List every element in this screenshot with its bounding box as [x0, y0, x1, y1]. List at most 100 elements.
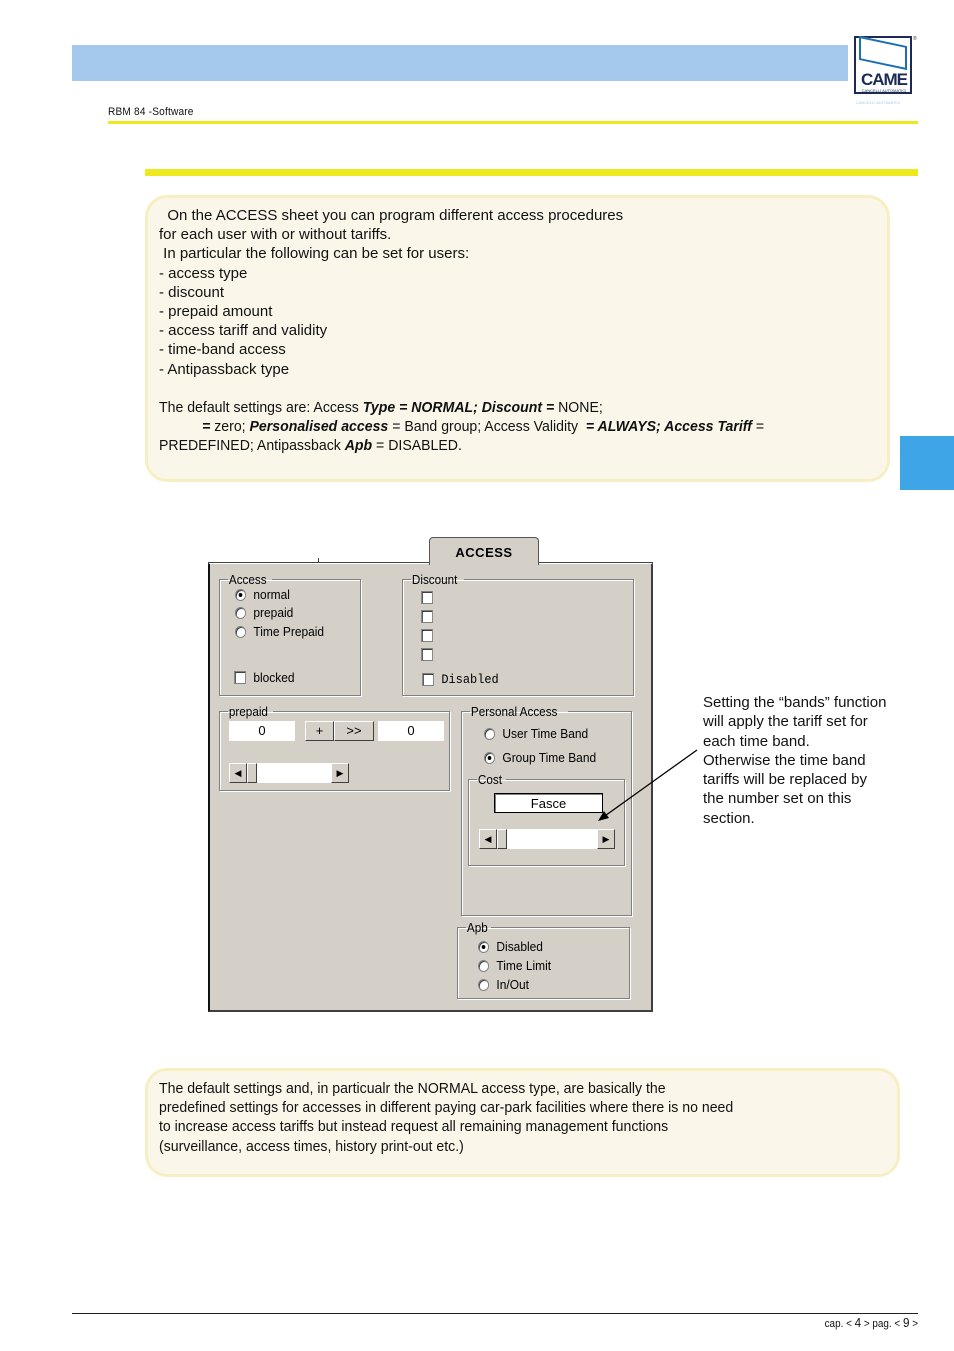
defaults-text: = DISABLED. — [372, 437, 462, 455]
defaults-text: NONE; — [558, 398, 603, 416]
defaults-text: The default settings are: Access — [159, 398, 363, 416]
discount-disabled-checkbox[interactable]: Disabled — [422, 672, 499, 687]
blocked-checkbox[interactable]: blocked — [234, 670, 295, 685]
intro-list-item: - access type — [159, 264, 248, 282]
intro-line: In particular the following can be set f… — [159, 245, 470, 263]
radio-label: Time Limit — [496, 958, 552, 973]
callout-arrow-head — [598, 811, 609, 821]
checkbox-label: Disabled — [441, 672, 499, 687]
scroll-track[interactable] — [257, 763, 331, 783]
radio-icon — [235, 625, 247, 638]
scroll-thumb[interactable] — [497, 829, 507, 849]
scroll-right-icon[interactable]: ▶ — [597, 829, 615, 849]
defaults-emphasis: = — [202, 418, 215, 436]
cost-legend: Cost — [477, 772, 502, 787]
callout-arrow-icon — [598, 749, 698, 821]
prepaid-group-legend: prepaid — [228, 704, 268, 719]
defaults-text: PREDEFINED; Antipassback — [159, 437, 345, 455]
defaults-text — [159, 418, 202, 435]
intro-list-item: - time-band access — [159, 341, 286, 359]
radio-label: Group Time Band — [502, 750, 597, 765]
bottom-note: The default settings and, in particualr … — [145, 1068, 900, 1177]
page-reference: cap. < 4 > pag. < 9 > — [776, 1315, 918, 1330]
logo-subtitle: CANCELLI AUTOMATICI — [861, 88, 907, 93]
radio-label: Time Prepaid — [253, 624, 325, 639]
discount-checkbox-1[interactable] — [421, 591, 440, 604]
access-normal-radio[interactable]: normal — [235, 587, 290, 602]
scroll-left-icon[interactable]: ◀ — [479, 829, 497, 849]
section-rule — [145, 169, 918, 176]
access-prepaid-radio[interactable]: prepaid — [235, 605, 293, 620]
defaults-emphasis: Apb — [344, 437, 373, 455]
radio-label: normal — [253, 587, 290, 602]
access-time-prepaid-radio[interactable]: Time Prepaid — [235, 624, 324, 639]
checkbox-icon — [421, 648, 433, 661]
callout-text: Setting the “bands” function will apply … — [703, 693, 923, 828]
scroll-left-icon[interactable]: ◀ — [229, 763, 247, 783]
radio-label: prepaid — [253, 605, 294, 620]
apb-in-out-radio[interactable]: In/Out — [478, 977, 529, 992]
bottom-note-line: The default settings and, in particualr … — [159, 1080, 666, 1097]
cost-scrollbar[interactable]: ◀ ▶ — [479, 829, 615, 849]
radio-selected-icon — [484, 751, 496, 764]
defaults-emphasis: Type = NORMAL; Discount = — [362, 398, 559, 416]
header-rule — [108, 121, 918, 124]
group-time-band-radio[interactable]: Group Time Band — [484, 750, 596, 765]
defaults-text: = — [751, 418, 765, 436]
registered-mark: ® — [913, 36, 917, 42]
logo-name: CAME — [860, 70, 908, 89]
radio-selected-icon — [235, 588, 247, 601]
access-dialog: Access normal prepaid Time Prepaid block… — [208, 563, 653, 1012]
callout-line: will apply the tariff set for — [703, 713, 868, 731]
callout-line: Setting the “bands” function — [703, 694, 887, 711]
intro-line: for each user with or without tariffs. — [159, 226, 392, 244]
footer-label: > — [909, 1318, 918, 1330]
prepaid-transfer-button[interactable]: >> — [334, 721, 374, 741]
scroll-right-icon[interactable]: ▶ — [331, 763, 349, 783]
footer-label: cap. < — [824, 1318, 855, 1330]
prepaid-plus-button[interactable]: + — [305, 721, 334, 741]
callout-line: Otherwise the time band — [703, 751, 866, 769]
prepaid-amount-field[interactable]: 0 — [229, 721, 295, 741]
discount-checkbox-4[interactable] — [421, 648, 440, 661]
intro-list-item: - Antipassback type — [159, 360, 290, 378]
checkbox-label: blocked — [253, 670, 295, 685]
radio-label: Disabled — [496, 939, 543, 954]
header-band — [72, 45, 848, 81]
checkbox-icon — [421, 591, 433, 604]
scroll-thumb[interactable] — [247, 763, 257, 783]
document-title: RBM 84 -Software — [108, 106, 194, 118]
bottom-note-line: predefined settings for accesses in diff… — [159, 1099, 734, 1117]
default-settings: The default settings are: Access Type = … — [159, 398, 887, 456]
access-group-legend: Access — [228, 572, 267, 587]
logo-subtitle-shadow: CANCELLI AUTOMATICI — [855, 100, 901, 105]
intro-line: On the ACCESS sheet you can program diff… — [159, 207, 624, 224]
prepaid-total-field[interactable]: 0 — [378, 721, 444, 741]
checkbox-icon — [422, 673, 434, 686]
prepaid-scrollbar[interactable]: ◀ ▶ — [229, 763, 349, 783]
radio-icon — [478, 978, 490, 991]
bottom-note-line: to increase access tariffs but instead r… — [159, 1118, 669, 1136]
callout-line: tariffs will be replaced by — [703, 771, 867, 789]
logo-gate-icon — [859, 35, 907, 71]
discount-checkbox-2[interactable] — [421, 610, 440, 623]
scroll-track[interactable] — [507, 829, 597, 849]
checkbox-icon — [234, 671, 246, 684]
callout-line: section. — [703, 809, 755, 827]
bottom-note-line: (surveillance, access times, history pri… — [159, 1137, 464, 1155]
radio-icon — [235, 606, 247, 619]
user-time-band-radio[interactable]: User Time Band — [484, 726, 588, 741]
discount-checkbox-3[interactable] — [421, 629, 440, 642]
checkbox-icon — [421, 610, 433, 623]
radio-label: User Time Band — [502, 726, 589, 741]
callout-arrow-line — [601, 749, 698, 819]
apb-legend: Apb — [466, 920, 488, 935]
came-logo: CAME CANCELLI AUTOMATICI CANCELLI AUTOMA… — [846, 35, 917, 106]
apb-disabled-radio[interactable]: Disabled — [478, 939, 543, 954]
defaults-text: = Band group; Access Validity — [388, 418, 586, 436]
apb-time-limit-radio[interactable]: Time Limit — [478, 958, 551, 973]
intro-list-item: - discount — [159, 283, 225, 301]
cost-field[interactable]: Fasce — [494, 793, 603, 813]
radio-icon — [484, 727, 496, 740]
chapter-side-tab — [900, 436, 954, 490]
